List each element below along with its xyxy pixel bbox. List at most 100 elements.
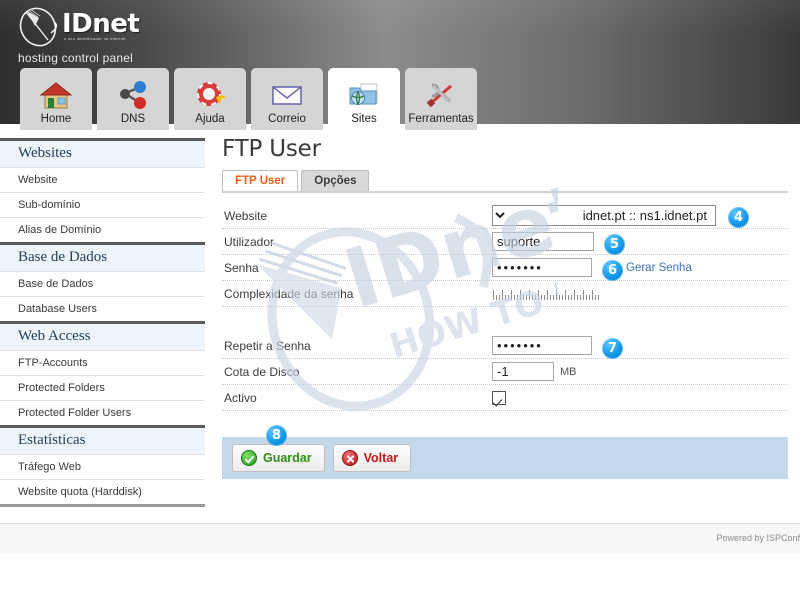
meter-tick <box>592 289 593 300</box>
ftp-user-form: Website idnet.pt :: ns1.idnet.pt 4 Utili… <box>222 203 788 411</box>
label-senha: Senha <box>224 260 259 275</box>
meter-tick <box>598 294 599 300</box>
meter-tick <box>556 289 557 300</box>
username-input[interactable] <box>492 232 594 251</box>
meter-tick <box>508 294 509 300</box>
lifering-help-icon <box>197 82 227 106</box>
brand-logo: IDnet o seu identificador na internet <box>18 6 228 48</box>
meter-tick <box>565 289 566 300</box>
meter-tick <box>526 294 527 300</box>
sidebar-section-header: Websites <box>0 138 205 167</box>
nav-tab-label: DNS <box>120 113 146 125</box>
sidebar-item[interactable]: Tráfego Web <box>0 454 205 479</box>
meter-tick <box>499 294 500 300</box>
badge-5: 5 <box>604 234 625 255</box>
meter-tick <box>496 294 497 300</box>
sidebar-end-divider <box>0 504 205 507</box>
label-cota-disco: Cota de Disco <box>224 364 300 379</box>
meter-tick <box>574 289 575 300</box>
nav-tab-label: Home <box>40 113 72 125</box>
nav-tab-dns[interactable]: DNS <box>97 68 169 130</box>
nav-tab-label: Ferramentas <box>408 113 474 125</box>
quota-input[interactable] <box>492 362 554 381</box>
sidebar-item[interactable]: Database Users <box>0 296 205 321</box>
main-navigation: Home DNS Ajuda Correio Sites Ferramentas <box>0 68 800 130</box>
red-cross-icon <box>341 450 358 466</box>
label-website: Website <box>224 208 268 223</box>
meter-tick <box>595 294 596 300</box>
repeat-password-input[interactable] <box>492 336 592 355</box>
sidebar-section-header: Web Access <box>0 321 205 350</box>
form-action-bar: 8 Guardar Voltar <box>222 425 788 479</box>
label-utilizador: Utilizador <box>224 234 275 249</box>
sidebar-navigation: Websites Website Sub-domínio Alias de Domín… <box>0 138 205 507</box>
badge-4: 4 <box>728 207 749 228</box>
sidebar-item[interactable]: FTP-Accounts <box>0 350 205 375</box>
sidebar-item[interactable]: Website <box>0 167 205 192</box>
brand-tagline: o seu identificador na internet <box>64 36 126 41</box>
house-icon <box>39 82 73 109</box>
nav-tab-sites[interactable]: Sites <box>328 68 400 130</box>
bottom-area <box>0 553 800 600</box>
meter-tick <box>586 294 587 300</box>
meter-tick <box>523 294 524 300</box>
form-row-user: Utilizador 5 <box>222 229 788 255</box>
sidebar-item[interactable]: Website quota (Harddisk) <box>0 479 205 504</box>
meter-tick <box>589 294 590 300</box>
meter-tick <box>547 289 548 300</box>
sidebar-item[interactable]: Protected Folders <box>0 375 205 400</box>
back-button[interactable]: Voltar <box>332 444 412 472</box>
form-row-repeat-password: Repetir a Senha 7 <box>222 333 788 359</box>
meter-tick <box>511 289 512 300</box>
sidebar-item[interactable]: Protected Folder Users <box>0 400 205 425</box>
meter-tick <box>538 289 539 300</box>
page-footer: Powered by ISPConf <box>0 523 800 553</box>
green-check-icon <box>241 450 257 466</box>
nav-tab-correio[interactable]: Correio <box>251 68 323 130</box>
sidebar-item[interactable]: Sub-domínio <box>0 192 205 217</box>
meter-tick <box>535 294 536 300</box>
meter-tick <box>520 289 521 300</box>
meter-tick <box>529 289 530 300</box>
sidebar-item[interactable]: Base de Dados <box>0 271 205 296</box>
form-row-password: Senha 6 Gerar Senha <box>222 255 788 281</box>
password-input[interactable] <box>492 258 592 277</box>
app-header: IDnet o seu identificador na internet ho… <box>0 0 800 68</box>
generate-password-link[interactable]: Gerar Senha <box>626 262 692 274</box>
nav-tab-ajuda[interactable]: Ajuda <box>174 68 246 130</box>
brand-name: IDnet <box>62 9 140 39</box>
badge-7: 7 <box>602 338 623 359</box>
powered-by-label: Powered by ISPConf <box>716 533 800 543</box>
meter-tick <box>550 294 551 300</box>
meter-tick <box>559 294 560 300</box>
label-repetir-senha: Repetir a Senha <box>224 338 311 353</box>
content-tab-list: FTP User Opções <box>222 170 800 191</box>
password-strength-meter <box>493 288 601 300</box>
meter-tick <box>562 294 563 300</box>
tab-ftp-user[interactable]: FTP User <box>222 170 299 191</box>
nav-tab-home[interactable]: Home <box>20 68 92 130</box>
meter-tick <box>514 294 515 300</box>
form-row-website: Website idnet.pt :: ns1.idnet.pt 4 <box>222 203 788 229</box>
active-checkbox[interactable] <box>492 390 506 405</box>
meter-tick <box>541 294 542 300</box>
meter-tick <box>502 289 503 300</box>
meter-tick <box>517 294 518 300</box>
main-content: FTP User FTP User Opções Website idnet.p… <box>222 136 800 479</box>
save-button[interactable]: Guardar <box>232 444 325 472</box>
meter-tick <box>544 294 545 300</box>
quota-unit-label: MB <box>560 365 577 378</box>
sidebar-item[interactable]: Alias de Domínio <box>0 217 205 242</box>
meter-tick <box>580 294 581 300</box>
badge-8: 8 <box>266 425 287 446</box>
nav-tab-ferramentas[interactable]: Ferramentas <box>405 68 477 130</box>
meter-tick <box>571 294 572 300</box>
tab-opcoes[interactable]: Opções <box>301 170 370 191</box>
website-select[interactable]: idnet.pt :: ns1.idnet.pt <box>492 205 716 226</box>
label-activo: Activo <box>224 390 257 405</box>
application-window: IDnet o seu identificador na internet ho… <box>0 0 800 600</box>
form-row-active: Activo <box>222 385 788 411</box>
page-title: FTP User <box>222 136 321 162</box>
meter-tick <box>493 289 494 300</box>
meter-tick <box>583 289 584 300</box>
